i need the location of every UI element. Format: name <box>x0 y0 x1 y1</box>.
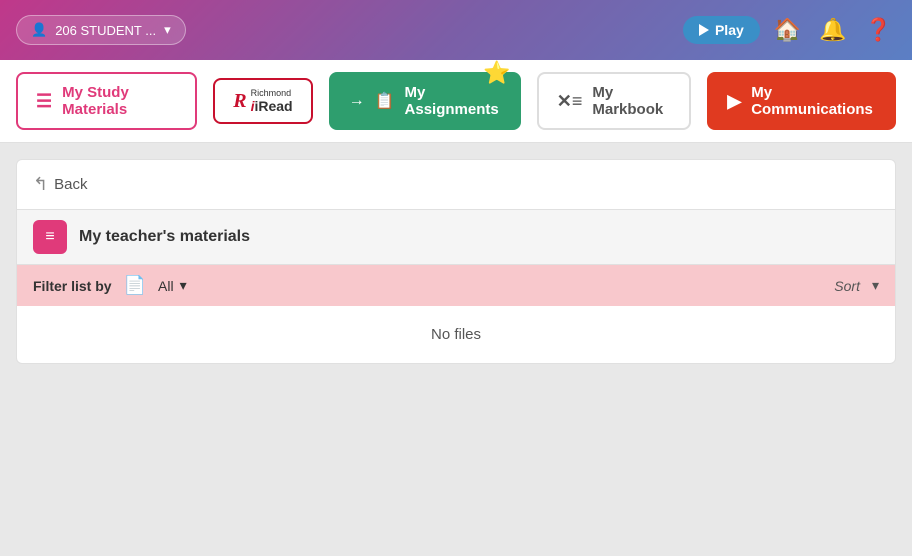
markbook-icon: ✕≡ <box>557 91 583 112</box>
teacher-materials-row: ≡ My teacher's materials <box>17 209 895 265</box>
markbook-label: My Markbook <box>592 84 671 118</box>
back-label: Back <box>54 176 87 193</box>
back-link[interactable]: ↰ Back <box>33 174 87 195</box>
iread-r-icon: R <box>233 90 246 113</box>
bell-icon: 🔔 <box>819 17 846 43</box>
sort-chevron-icon[interactable]: ▾ <box>872 277 879 294</box>
list-lines-icon: ≡ <box>45 228 54 246</box>
tab-assignments[interactable]: ⭐ → 📋 My Assignments <box>329 72 521 130</box>
sort-label: Sort <box>834 278 860 294</box>
document-icon: 📄 <box>124 275 146 296</box>
content-area: ↰ Back ≡ My teacher's materials Filter l… <box>16 159 896 364</box>
nav-tabs: ☰ My Study Materials R Richmond iiRead ⭐… <box>0 60 912 143</box>
header-left: 👤 206 STUDENT ... ▾ <box>16 15 186 45</box>
communications-icon: ▶ <box>727 91 741 112</box>
tab-markbook[interactable]: ✕≡ My Markbook <box>537 72 692 130</box>
study-materials-label: My Study Materials <box>62 84 177 118</box>
star-badge: ⭐ <box>483 60 510 86</box>
tab-communications[interactable]: ▶ My Communications <box>707 72 896 130</box>
help-button[interactable]: ❓ <box>861 13 896 47</box>
play-triangle-icon <box>699 24 709 36</box>
filter-value: All <box>158 278 174 294</box>
home-icon: 🏠 <box>774 17 801 43</box>
notifications-button[interactable]: 🔔 <box>815 13 850 47</box>
communications-label: My Communications <box>751 84 876 118</box>
header: 👤 206 STUDENT ... ▾ Play 🏠 🔔 ❓ <box>0 0 912 60</box>
filter-chevron-icon: ▾ <box>180 277 187 294</box>
user-dropdown[interactable]: 👤 206 STUDENT ... ▾ <box>16 15 186 45</box>
back-row: ↰ Back <box>17 160 895 209</box>
iread-brand-prefix: Richmond <box>251 88 293 98</box>
iread-logo: R Richmond iiRead <box>233 88 292 114</box>
filter-select[interactable]: All ▾ <box>158 277 187 294</box>
list-icon: ☰ <box>36 91 52 112</box>
header-right: Play 🏠 🔔 ❓ <box>683 13 896 47</box>
help-icon: ❓ <box>865 17 892 43</box>
back-arrow-icon: ↰ <box>33 174 48 195</box>
user-icon: 👤 <box>31 22 47 38</box>
home-button[interactable]: 🏠 <box>770 13 805 47</box>
iread-brand-name: iiRead <box>251 98 293 114</box>
filter-label: Filter list by <box>33 278 112 294</box>
assignment-arrow-icon: → <box>349 92 365 110</box>
assignment-list-icon: 📋 <box>375 91 395 111</box>
filter-row: Filter list by 📄 All ▾ Sort ▾ <box>17 265 895 306</box>
teacher-materials-icon: ≡ <box>33 220 67 254</box>
user-label: 206 STUDENT ... <box>55 23 156 38</box>
teacher-materials-title: My teacher's materials <box>79 228 250 246</box>
assignments-label: My Assignments <box>405 84 501 118</box>
play-button[interactable]: Play <box>683 16 760 44</box>
tab-study-materials[interactable]: ☰ My Study Materials <box>16 72 197 130</box>
no-files-label: No files <box>431 326 481 343</box>
tab-iread[interactable]: R Richmond iiRead <box>213 78 312 124</box>
play-label: Play <box>715 22 744 38</box>
dropdown-chevron-icon: ▾ <box>164 22 171 38</box>
no-files-row: No files <box>17 306 895 363</box>
